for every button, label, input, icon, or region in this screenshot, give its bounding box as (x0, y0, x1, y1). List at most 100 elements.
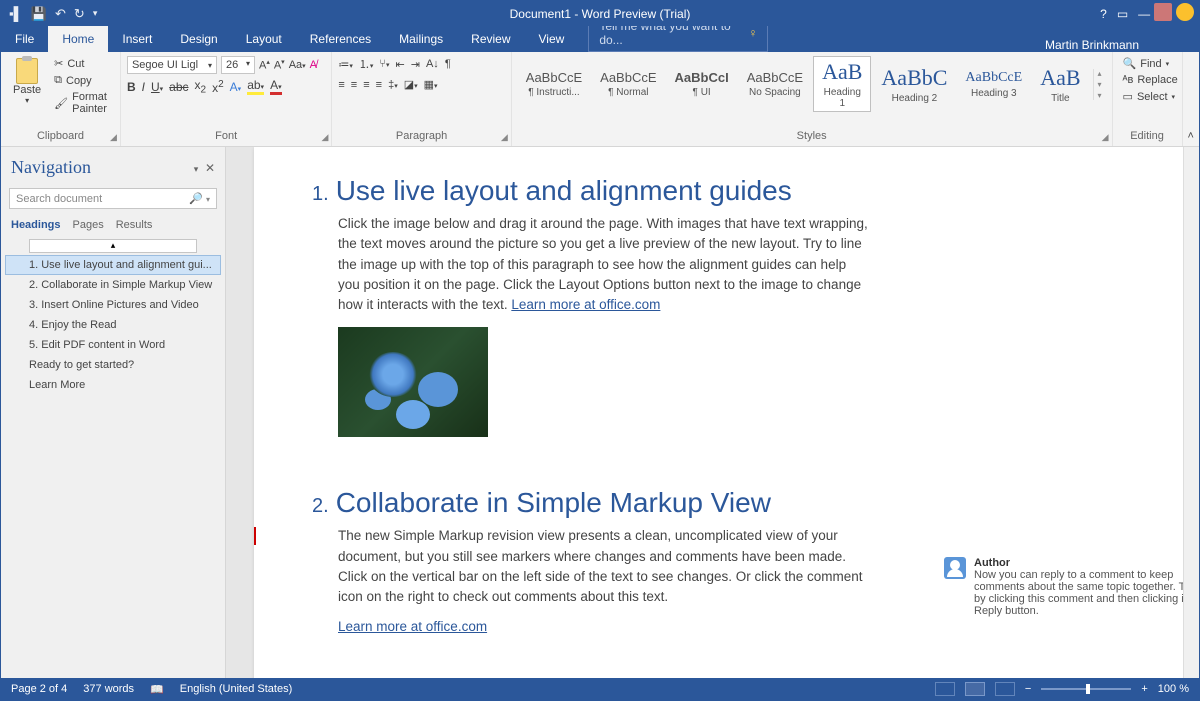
numbering-button[interactable]: ⒈▾ (359, 56, 374, 72)
qat-dropdown-icon[interactable]: ▾ (93, 8, 98, 19)
document-page[interactable]: 1. Use live layout and alignment guides … (254, 147, 1184, 678)
style-title[interactable]: AaBTitle (1032, 63, 1088, 106)
nav-heading-item[interactable]: 1. Use live layout and alignment gui... (5, 255, 221, 275)
nav-expand-button[interactable]: ▴ (29, 239, 197, 253)
styles-launcher-icon[interactable]: ◢ (1102, 132, 1109, 143)
minimize-icon[interactable]: — (1138, 7, 1150, 21)
italic-button[interactable]: I (142, 80, 145, 94)
body-paragraph[interactable]: Click the image below and drag it around… (338, 214, 868, 315)
tab-design[interactable]: Design (166, 26, 231, 52)
borders-button[interactable]: ▦▾ (424, 78, 438, 91)
document-area[interactable]: 1. Use live layout and alignment guides … (226, 147, 1199, 678)
font-color-button[interactable]: A▾ (270, 78, 282, 95)
copy-button[interactable]: ⧉Copy (51, 73, 114, 88)
clipboard-launcher-icon[interactable]: ◢ (110, 132, 117, 143)
clear-format-icon[interactable]: A̸ (310, 59, 317, 71)
body-paragraph[interactable]: Learn more at office.com (338, 617, 868, 637)
status-words[interactable]: 377 words (83, 683, 134, 695)
nav-heading-item[interactable]: 3. Insert Online Pictures and Video (5, 295, 221, 315)
text-effects-button[interactable]: A▾ (230, 80, 242, 94)
ribbon-options-icon[interactable]: ▭ (1117, 7, 1128, 21)
show-marks-button[interactable]: ¶ (445, 58, 451, 70)
zoom-in-button[interactable]: + (1141, 683, 1147, 695)
nav-tab-headings[interactable]: Headings (11, 219, 61, 231)
superscript-button[interactable]: x2 (212, 79, 224, 95)
web-layout-button[interactable] (995, 682, 1015, 696)
font-name-select[interactable]: Segoe UI Ligl▾ (127, 56, 217, 74)
style--ui[interactable]: AaBbCcI¶ UI (667, 68, 737, 100)
replace-button[interactable]: ᴬʙReplace (1119, 73, 1176, 87)
nav-close-icon[interactable]: ✕ (205, 161, 215, 175)
style--normal[interactable]: AaBbCcE¶ Normal (592, 68, 664, 100)
shrink-font-icon[interactable]: A▾ (274, 58, 285, 72)
bullets-button[interactable]: ≔▾ (338, 58, 353, 71)
align-center-button[interactable]: ≡ (351, 79, 357, 91)
style-heading-1[interactable]: AaBHeading 1 (813, 56, 871, 112)
format-painter-button[interactable]: 🖌Format Painter (51, 90, 114, 116)
print-layout-button[interactable] (965, 682, 985, 696)
sort-button[interactable]: A↓ (426, 58, 439, 70)
tab-references[interactable]: References (296, 26, 385, 52)
inline-image[interactable] (338, 327, 488, 437)
underline-button[interactable]: U▾ (151, 80, 163, 94)
zoom-out-button[interactable]: − (1025, 683, 1031, 695)
subscript-button[interactable]: x2 (195, 78, 207, 95)
paste-button[interactable]: Paste ▾ (7, 56, 47, 116)
status-language[interactable]: English (United States) (180, 683, 293, 695)
style-heading-3[interactable]: AaBbCcEHeading 3 (957, 68, 1030, 101)
heading-1[interactable]: 1. Use live layout and alignment guides (312, 175, 1104, 208)
justify-button[interactable]: ≡ (376, 79, 382, 91)
nav-heading-item[interactable]: 5. Edit PDF content in Word (5, 335, 221, 355)
learn-more-link[interactable]: Learn more at office.com (338, 619, 487, 634)
comment[interactable]: Author Now you can reply to a comment to… (944, 557, 1199, 617)
nav-heading-item[interactable]: 2. Collaborate in Simple Markup View (5, 275, 221, 295)
grow-font-icon[interactable]: A▴ (259, 58, 270, 72)
nav-heading-item[interactable]: Learn More (5, 375, 221, 395)
status-page[interactable]: Page 2 of 4 (11, 683, 67, 695)
zoom-slider[interactable] (1041, 688, 1131, 690)
signed-in-user[interactable]: Martin Brinkmann (1045, 38, 1199, 52)
highlight-button[interactable]: ab▾ (247, 78, 264, 95)
strike-button[interactable]: abc (169, 80, 188, 94)
nav-heading-item[interactable]: 4. Enjoy the Read (5, 315, 221, 335)
body-paragraph[interactable]: The new Simple Markup revision view pres… (338, 526, 868, 607)
align-left-button[interactable]: ≡ (338, 79, 344, 91)
collapse-ribbon-icon[interactable]: ˄ (1183, 52, 1199, 146)
bold-button[interactable]: B (127, 80, 136, 94)
tab-file[interactable]: File (1, 26, 48, 52)
feedback-icon[interactable] (1176, 3, 1194, 21)
change-case-button[interactable]: Aa▾ (289, 59, 306, 71)
nav-search-input[interactable]: Search document 🔎 ▾ (9, 188, 217, 209)
styles-more-button[interactable]: ▴▾▾ (1093, 69, 1106, 100)
revision-bar[interactable] (254, 527, 256, 545)
nav-tab-pages[interactable]: Pages (73, 219, 104, 231)
cut-button[interactable]: ✂Cut (51, 56, 114, 71)
read-mode-button[interactable] (935, 682, 955, 696)
tab-home[interactable]: Home (48, 26, 108, 52)
tab-insert[interactable]: Insert (108, 26, 166, 52)
find-button[interactable]: 🔍Find▾ (1119, 56, 1176, 71)
style-no-spacing[interactable]: AaBbCcENo Spacing (739, 68, 811, 100)
undo-icon[interactable]: ↶ (55, 6, 66, 22)
select-button[interactable]: ▭Select▾ (1119, 89, 1176, 104)
align-right-button[interactable]: ≡ (363, 79, 369, 91)
redo-icon[interactable]: ↻ (74, 6, 85, 22)
help-icon[interactable]: ? (1100, 7, 1107, 21)
font-launcher-icon[interactable]: ◢ (321, 132, 328, 143)
increase-indent-button[interactable]: ⇥ (411, 58, 420, 71)
style-heading-2[interactable]: AaBbCHeading 2 (873, 63, 955, 106)
vertical-scrollbar[interactable] (1183, 147, 1199, 678)
heading-2[interactable]: 2. Collaborate in Simple Markup View (312, 487, 1104, 520)
paragraph-launcher-icon[interactable]: ◢ (501, 132, 508, 143)
line-spacing-button[interactable]: ‡▾ (388, 79, 398, 91)
style--instructi-[interactable]: AaBbCcE¶ Instructi... (518, 68, 590, 100)
zoom-level[interactable]: 100 % (1158, 683, 1189, 695)
tab-mailings[interactable]: Mailings (385, 26, 457, 52)
learn-more-link[interactable]: Learn more at office.com (511, 297, 660, 312)
spellcheck-icon[interactable]: 📖 (150, 683, 164, 696)
word-icon[interactable]: ▪▌ (9, 6, 23, 21)
shading-button[interactable]: ◪▾ (404, 78, 418, 91)
save-icon[interactable]: 💾 (31, 6, 47, 22)
tab-review[interactable]: Review (457, 26, 524, 52)
nav-heading-item[interactable]: Ready to get started? (5, 355, 221, 375)
